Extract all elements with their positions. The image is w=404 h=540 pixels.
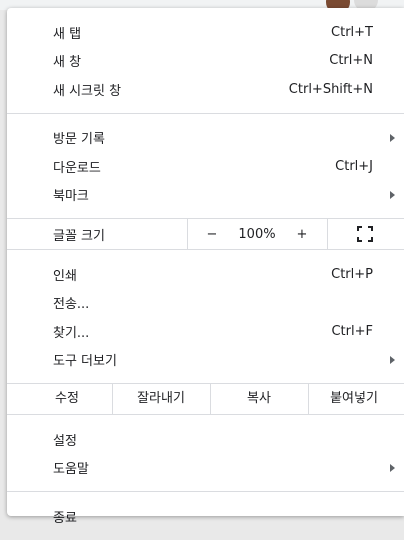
submenu-arrow-icon: [390, 463, 395, 472]
menu-item-label: 전송...: [53, 297, 90, 313]
submenu-arrow-icon: [390, 355, 395, 364]
menu-item-label: 북마크: [53, 189, 89, 205]
menu-item-shortcut: Ctrl+P: [331, 266, 373, 282]
menu-item-exit[interactable]: 종료: [7, 502, 404, 531]
zoom-divider: [327, 219, 328, 249]
menu-item-label: 새 탭: [53, 26, 82, 42]
menu-group-history: 방문 기록 다운로드 Ctrl+J 북마크: [7, 114, 404, 219]
menu-item-label: 새 창: [53, 55, 82, 71]
menu-item-new-incognito-window[interactable]: 새 시크릿 창 Ctrl+Shift+N: [7, 75, 404, 104]
paste-button[interactable]: 붙여넣기: [308, 384, 400, 414]
zoom-in-button[interactable]: +: [295, 227, 309, 242]
cut-button[interactable]: 잘라내기: [112, 384, 210, 414]
menu-item-label: 설정: [53, 433, 77, 449]
zoom-label: 글꼴 크기: [53, 228, 105, 244]
menu-group-settings: 설정 도움말: [7, 415, 404, 491]
menu-group-tools: 인쇄 Ctrl+P 전송... 찾기... Ctrl+F 도구 더보기: [7, 250, 404, 383]
menu-item-shortcut: Ctrl+Shift+N: [288, 81, 373, 97]
menu-item-cast[interactable]: 전송...: [7, 289, 404, 318]
menu-item-label: 새 시크릿 창: [53, 83, 122, 99]
menu-item-more-tools[interactable]: 도구 더보기: [7, 346, 404, 375]
menu-item-downloads[interactable]: 다운로드 Ctrl+J: [7, 152, 404, 181]
menu-item-label: 종료: [53, 510, 77, 526]
menu-item-label: 인쇄: [53, 268, 77, 284]
menu-item-label: 도구 더보기: [53, 354, 117, 370]
menu-item-shortcut: Ctrl+N: [329, 53, 373, 69]
menu-item-bookmarks[interactable]: 북마크: [7, 181, 404, 210]
submenu-arrow-icon: [390, 133, 395, 142]
submenu-arrow-icon: [390, 190, 395, 199]
zoom-divider: [187, 219, 188, 249]
menu-item-shortcut: Ctrl+J: [335, 158, 373, 174]
menu-group-exit: 종료: [7, 492, 404, 540]
menu-item-label: 다운로드: [53, 160, 101, 176]
chrome-app-menu: 새 탭 Ctrl+T 새 창 Ctrl+N 새 시크릿 창 Ctrl+Shift…: [7, 8, 404, 526]
menu-item-new-window[interactable]: 새 창 Ctrl+N: [7, 47, 404, 76]
menu-item-shortcut: Ctrl+T: [331, 24, 373, 40]
menu-item-shortcut: Ctrl+F: [331, 323, 373, 339]
copy-button[interactable]: 복사: [210, 384, 308, 414]
zoom-level: 100%: [238, 226, 276, 242]
edit-label: 수정: [55, 391, 79, 406]
menu-item-find[interactable]: 찾기... Ctrl+F: [7, 317, 404, 346]
menu-item-help[interactable]: 도움말: [7, 454, 404, 483]
zoom-row: 글꼴 크기 − 100% +: [7, 219, 404, 249]
zoom-out-button[interactable]: −: [205, 227, 219, 242]
menu-item-history[interactable]: 방문 기록: [7, 124, 404, 153]
edit-row: 수정 잘라내기 복사 붙여넣기: [7, 384, 404, 414]
menu-item-label: 도움말: [53, 462, 89, 478]
menu-item-print[interactable]: 인쇄 Ctrl+P: [7, 260, 404, 289]
menu-item-label: 찾기...: [53, 325, 90, 341]
menu-group-new: 새 탭 Ctrl+T 새 창 Ctrl+N 새 시크릿 창 Ctrl+Shift…: [7, 8, 404, 113]
menu-item-settings[interactable]: 설정: [7, 425, 404, 454]
fullscreen-icon[interactable]: [357, 226, 373, 242]
menu-item-new-tab[interactable]: 새 탭 Ctrl+T: [7, 18, 404, 47]
menu-item-label: 방문 기록: [53, 132, 105, 148]
